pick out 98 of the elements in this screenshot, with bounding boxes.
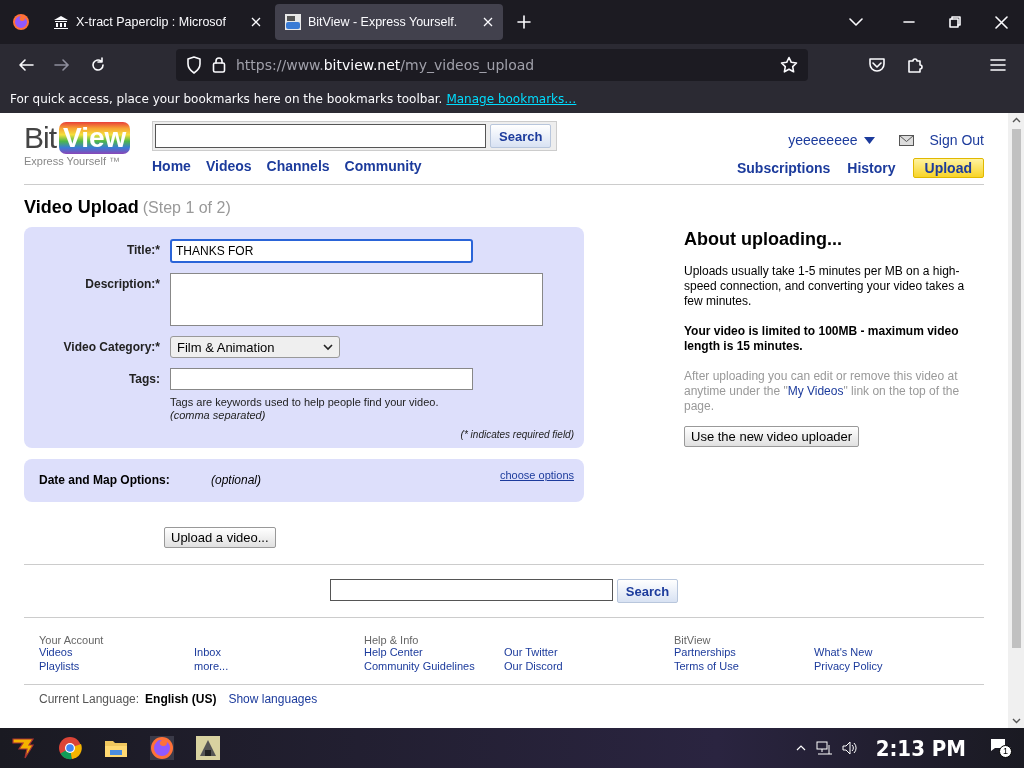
page-title: Video Upload	[24, 197, 139, 218]
caret-icon[interactable]	[863, 136, 875, 144]
footer-link[interactable]: Videos	[39, 646, 194, 658]
bookmarks-message: For quick access, place your bookmarks here on the bookmarks toolbar.	[10, 92, 443, 106]
message-icon	[990, 738, 1006, 752]
tags-field[interactable]	[170, 368, 473, 390]
footer-link[interactable]: Privacy Policy	[814, 660, 954, 672]
close-icon[interactable]	[483, 17, 493, 27]
folder-icon[interactable]	[104, 738, 128, 758]
back-icon[interactable]	[18, 56, 34, 73]
required-note: (* indicates required field)	[459, 429, 574, 440]
star-icon[interactable]	[780, 55, 798, 74]
shield-icon	[186, 55, 202, 74]
logo-text[interactable]: Bit	[24, 121, 56, 155]
footer-heading: Help & Info	[364, 634, 420, 646]
logo-tagline: Express Yourself ™	[24, 155, 121, 167]
edit-paragraph: After uploading you can edit or remove this video at anytime under the "My Videos" link on the top of the page.	[684, 369, 961, 414]
field-label: Title:*	[125, 242, 160, 259]
extensions-icon[interactable]	[906, 55, 924, 74]
language-label: Current Language:	[39, 692, 140, 706]
optional-note: (optional)	[211, 473, 262, 487]
close-icon[interactable]	[251, 17, 261, 27]
scroll-down-icon[interactable]	[1011, 718, 1021, 724]
close-icon[interactable]	[995, 15, 1008, 29]
footer-link[interactable]: Help Center	[364, 646, 504, 658]
firefox-icon[interactable]	[150, 736, 174, 760]
chevron-up-icon[interactable]	[795, 745, 806, 751]
nav-link[interactable]: Videos	[205, 158, 252, 174]
restore-icon[interactable]	[949, 16, 961, 28]
footer-link[interactable]: Terms of Use	[674, 660, 814, 672]
field-label: Tags:	[127, 371, 160, 388]
nav-link[interactable]: Community	[344, 158, 422, 174]
footer-link[interactable]: more...	[194, 660, 334, 672]
step-indicator: (Step 1 of 2)	[142, 199, 231, 217]
chevron-down-icon	[323, 343, 333, 351]
upload-video-button[interactable]: Upload a video...	[164, 527, 276, 548]
new-uploader-button[interactable]: Use the new video uploader	[684, 426, 860, 447]
field-label: Description:*	[84, 276, 160, 293]
search-button[interactable]: Search	[490, 124, 552, 148]
footer-heading: BitView	[674, 634, 712, 646]
search-button[interactable]: Search	[616, 579, 679, 603]
building-icon	[53, 14, 69, 30]
site-logo-icon	[285, 14, 301, 30]
chevron-down-icon[interactable]	[849, 17, 863, 27]
tags-note: (comma separated)	[170, 409, 267, 421]
title-field[interactable]: THANKS FOR	[170, 239, 473, 263]
notifications-button[interactable]: 1	[990, 738, 1012, 758]
footer-link[interactable]: Our Twitter	[504, 646, 644, 658]
chrome-icon[interactable]	[58, 736, 82, 760]
category-dropdown[interactable]: Film & Animation	[170, 336, 340, 358]
footer-link[interactable]: Community Guidelines	[364, 660, 504, 672]
clock-text[interactable]: 2:13 PM	[875, 735, 966, 761]
new-tab-icon[interactable]	[517, 15, 531, 29]
upload-button[interactable]: Upload	[912, 158, 984, 178]
footer-link[interactable]: Partnerships	[674, 646, 814, 658]
mail-icon[interactable]	[898, 134, 914, 146]
footer-link[interactable]: Inbox	[194, 646, 334, 658]
language-value: English (US)	[145, 692, 217, 706]
about-paragraph: Uploads usually take 1-5 minutes per MB on a high-speed connection, and converting your video takes a few minutes.	[684, 264, 966, 309]
volume-icon[interactable]	[841, 741, 858, 755]
field-label: Video Category:*	[62, 339, 160, 356]
scroll-up-icon[interactable]	[1011, 117, 1021, 123]
url-text: https://www.bitview.net/my_videos_upload	[236, 56, 535, 73]
app-icon[interactable]	[196, 736, 220, 760]
tags-hint: Tags are keywords used to help people find your video.	[170, 396, 440, 408]
lock-icon	[212, 56, 226, 73]
firefox-icon[interactable]	[12, 13, 30, 31]
footer-link[interactable]: Playlists	[39, 660, 194, 672]
start-icon[interactable]	[10, 735, 36, 761]
footer-link[interactable]: Our Discord	[504, 660, 644, 672]
choose-options-link[interactable]: choose options	[500, 469, 574, 481]
options-label: Date and Map Options:	[39, 473, 171, 487]
my-videos-link[interactable]: My Videos	[787, 384, 844, 398]
browser-tab[interactable]: BitView - Express Yourself.	[275, 4, 503, 40]
scrollbar[interactable]	[1008, 113, 1024, 728]
reload-icon[interactable]	[90, 56, 106, 73]
menu-icon[interactable]	[990, 57, 1006, 72]
scroll-thumb[interactable]	[1011, 129, 1021, 648]
nav-link[interactable]: Channels	[266, 158, 330, 174]
limit-paragraph: Your video is limited to 100MB - maximum video length is 15 minutes.	[684, 324, 960, 354]
show-languages-link[interactable]: Show languages	[228, 692, 318, 706]
footer-link[interactable]: What's New	[814, 646, 954, 658]
address-bar[interactable]: https://www.bitview.net/my_videos_upload	[176, 48, 808, 81]
sign-out-link[interactable]: Sign Out	[929, 132, 984, 148]
browser-tab[interactable]: X-tract Paperclip : Microsof	[43, 4, 271, 40]
about-heading: About uploading...	[684, 229, 843, 250]
pocket-icon[interactable]	[868, 56, 886, 73]
nav-link[interactable]: Home	[152, 158, 191, 174]
nav-link[interactable]: History	[847, 160, 896, 176]
username-link[interactable]: yeeeeeeee	[788, 132, 858, 148]
network-icon[interactable]	[815, 741, 832, 755]
manage-bookmarks-link[interactable]: Manage bookmarks…	[446, 92, 577, 106]
forward-icon	[54, 56, 70, 73]
search-field[interactable]	[155, 124, 486, 148]
footer-heading: Your Account	[39, 634, 105, 646]
description-field[interactable]	[170, 273, 543, 326]
search-field[interactable]	[329, 579, 613, 601]
nav-link[interactable]: Subscriptions	[736, 160, 831, 176]
